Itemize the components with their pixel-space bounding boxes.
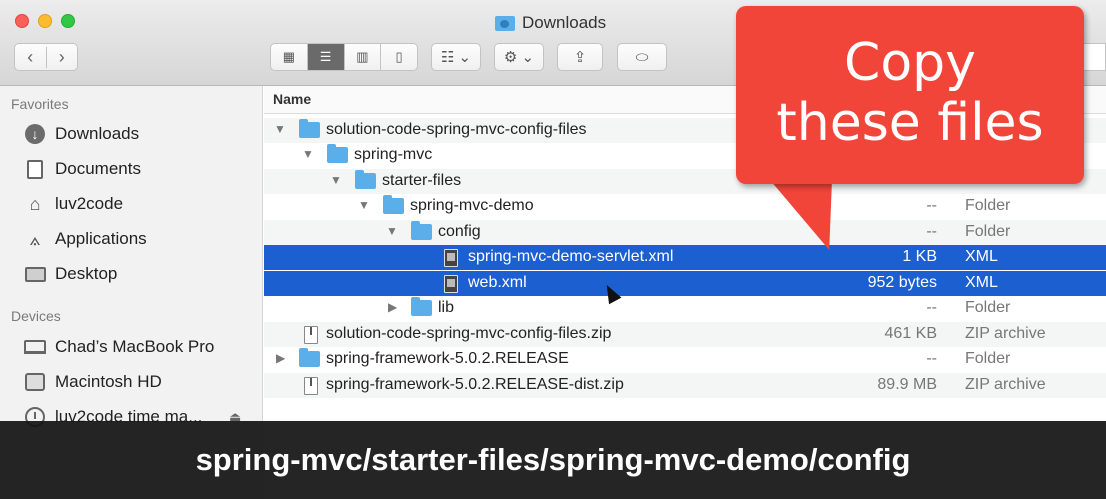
laptop-icon (24, 336, 46, 358)
back-button[interactable]: ‹ (15, 46, 47, 68)
file-kind: Folder (965, 299, 1011, 316)
callout-line-1: Copy (844, 33, 976, 93)
file-kind: Folder (965, 197, 1011, 214)
sidebar-item-label: luv2code (55, 194, 124, 213)
tag-button[interactable]: ⬭ (617, 43, 667, 71)
back-forward-group: ‹ › (14, 43, 78, 71)
xml-file-icon (444, 249, 458, 267)
sidebar-item-applications[interactable]: ⟑ Applications (24, 226, 147, 252)
sidebar-item-label: Applications (55, 229, 147, 248)
name-column-label: Name (273, 91, 312, 107)
zoom-window-button[interactable] (61, 14, 75, 28)
window-title-text: Downloads (522, 13, 607, 32)
file-size: 461 KB (884, 325, 937, 342)
file-size: -- (926, 350, 937, 367)
disk-icon (24, 371, 46, 393)
callout-line-2: these files (776, 93, 1044, 153)
file-name: spring-mvc (354, 146, 433, 163)
list-item[interactable]: spring-framework-5.0.2.RELEASE-dist.zip … (264, 373, 1106, 398)
sidebar-item-label: Macintosh HD (55, 372, 162, 391)
callout-bubble: Copy these files (736, 6, 1084, 184)
share-button[interactable]: ⇪ (557, 43, 603, 71)
file-size: 1 KB (902, 248, 937, 265)
file-name: lib (438, 299, 455, 316)
sidebar-item-label: Documents (55, 159, 141, 178)
view-mode-group: ▦ ☰ ▥ ▯ (270, 43, 418, 71)
file-kind: Folder (965, 350, 1011, 367)
zip-file-icon (304, 326, 318, 344)
list-item[interactable]: solution-code-spring-mvc-config-files.zi… (264, 322, 1106, 347)
disclosure-expanded-icon[interactable]: ▼ (302, 147, 314, 161)
xml-file-icon (444, 275, 458, 293)
folder-icon (411, 297, 432, 316)
folder-icon (355, 170, 376, 189)
list-item[interactable]: ▶ lib -- Folder (264, 296, 1106, 321)
close-window-button[interactable] (15, 14, 29, 28)
sidebar-item-documents[interactable]: Documents (24, 156, 141, 182)
sidebar-item-luv2code[interactable]: ⌂ luv2code (24, 191, 124, 217)
folder-icon (327, 144, 348, 163)
file-size: -- (926, 223, 937, 240)
list-item[interactable]: ▶ spring-framework-5.0.2.RELEASE -- Fold… (264, 347, 1106, 372)
file-name: starter-files (382, 172, 462, 189)
file-size: 89.9 MB (877, 376, 937, 393)
icon-view-button[interactable]: ▦ (271, 44, 308, 70)
list-view-button[interactable]: ☰ (307, 44, 345, 70)
coverflow-view-button[interactable]: ▯ (381, 44, 417, 70)
disclosure-expanded-icon[interactable]: ▼ (274, 122, 286, 136)
zip-file-icon (304, 377, 318, 395)
disclosure-collapsed-icon[interactable]: ▶ (276, 351, 285, 365)
desktop-icon (24, 263, 46, 285)
list-item-selected[interactable]: spring-mvc-demo-servlet.xml 1 KB XML (264, 245, 1106, 270)
column-view-button[interactable]: ▥ (345, 44, 382, 70)
path-caption: spring-mvc/starter-files/spring-mvc-demo… (0, 421, 1106, 499)
file-name: spring-framework-5.0.2.RELEASE (326, 350, 569, 367)
file-size: 952 bytes (867, 274, 937, 291)
file-size: -- (926, 299, 937, 316)
folder-icon (383, 195, 404, 214)
file-kind: Folder (965, 223, 1011, 240)
file-name: spring-mvc-demo (410, 197, 534, 214)
sidebar-item-macintosh-hd[interactable]: Macintosh HD (24, 369, 162, 395)
folder-icon (299, 119, 320, 138)
file-name: web.xml (468, 274, 527, 291)
file-name: spring-framework-5.0.2.RELEASE-dist.zip (326, 376, 624, 393)
list-item[interactable]: ▼ config -- Folder (264, 220, 1106, 245)
sidebar-item-label: Desktop (55, 264, 118, 283)
sidebar-item-downloads[interactable]: ↓ Downloads (24, 121, 139, 147)
list-item-selected[interactable]: web.xml 952 bytes XML (264, 271, 1106, 296)
file-kind: XML (965, 274, 998, 291)
window-title: Downloads (495, 13, 606, 33)
folder-icon (411, 221, 432, 240)
sidebar-item-label: Downloads (55, 124, 140, 143)
favorites-heading: Favorites (11, 96, 69, 112)
file-name: config (438, 223, 481, 240)
download-icon: ↓ (24, 123, 46, 145)
documents-icon (24, 158, 46, 180)
disclosure-expanded-icon[interactable]: ▼ (386, 224, 398, 238)
sidebar-item-macbook-pro[interactable]: Chad’s MacBook Pro (24, 334, 214, 360)
file-name: solution-code-spring-mvc-config-files.zi… (326, 325, 612, 342)
devices-heading: Devices (11, 308, 61, 324)
downloads-folder-icon (495, 15, 515, 31)
file-kind: ZIP archive (965, 325, 1046, 342)
home-icon: ⌂ (29, 193, 41, 214)
disclosure-expanded-icon[interactable]: ▼ (330, 173, 342, 187)
disclosure-collapsed-icon[interactable]: ▶ (388, 300, 397, 314)
file-name: spring-mvc-demo-servlet.xml (468, 248, 674, 265)
sidebar-item-label: Chad’s MacBook Pro (55, 337, 215, 356)
file-name: solution-code-spring-mvc-config-files (326, 121, 587, 138)
file-kind: XML (965, 248, 998, 265)
list-item[interactable]: ▼ spring-mvc-demo -- Folder (264, 194, 1106, 219)
file-kind: ZIP archive (965, 376, 1046, 393)
forward-button[interactable]: › (47, 47, 78, 68)
minimize-window-button[interactable] (38, 14, 52, 28)
action-button[interactable]: ⚙ ⌄ (494, 43, 544, 71)
folder-icon (299, 348, 320, 367)
sidebar-item-desktop[interactable]: Desktop (24, 261, 117, 287)
file-size: -- (926, 197, 937, 214)
applications-icon: ⟑ (29, 228, 41, 249)
disclosure-expanded-icon[interactable]: ▼ (358, 198, 370, 212)
arrange-button[interactable]: ☷ ⌄ (431, 43, 481, 71)
